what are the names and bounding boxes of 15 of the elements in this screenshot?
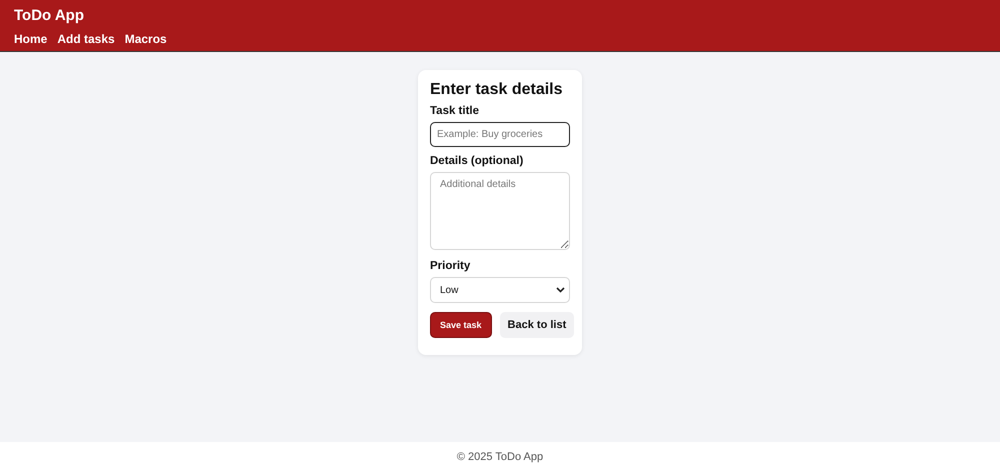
title-input-field[interactable]: Example: Buy groceries [430, 122, 570, 147]
field-label: Task title [430, 105, 480, 117]
nav-link[interactable]: Add tasks [57, 32, 115, 46]
footer-text: © 2025 ToDo App [456, 451, 544, 463]
nav-link[interactable]: Home [14, 32, 48, 46]
form-heading: Enter task details [430, 81, 564, 99]
details-text-area[interactable]: Additional details [430, 172, 570, 250]
save-button[interactable]: Save task [430, 312, 492, 338]
nav-link[interactable]: Macros [124, 32, 167, 46]
chevron-icon [556, 287, 565, 293]
app-title: ToDo App [14, 7, 85, 25]
field-label: Priority [430, 260, 472, 272]
back-button[interactable]: Back to list [500, 312, 574, 338]
priority-select[interactable]: Low [430, 277, 570, 303]
field-label: Details (optional) [430, 155, 524, 167]
